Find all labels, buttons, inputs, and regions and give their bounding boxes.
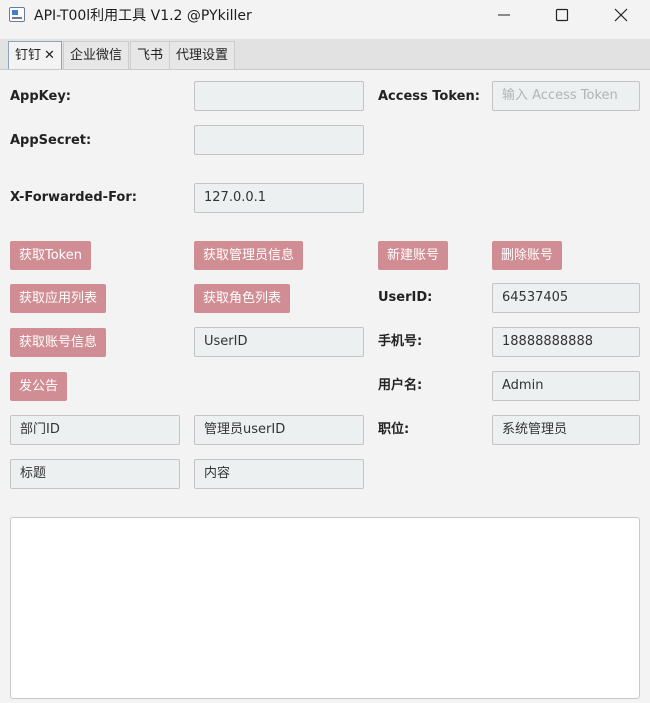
tab-bar: 钉钉 ✕ 企业微信 飞书 代理设置: [0, 39, 650, 70]
access-token-input[interactable]: 输入 Access Token: [492, 81, 640, 111]
position-label: 职位:: [378, 422, 410, 437]
username-input[interactable]: Admin: [492, 371, 640, 401]
tab-label: 代理设置: [176, 48, 229, 63]
get-app-list-button[interactable]: 获取应用列表: [10, 284, 107, 313]
dept-id-input[interactable]: 部门ID: [10, 415, 180, 445]
tab-dingtalk[interactable]: 钉钉 ✕: [8, 41, 62, 69]
admin-userid-input[interactable]: 管理员userID: [194, 415, 364, 445]
get-account-info-button[interactable]: 获取账号信息: [10, 328, 107, 357]
get-admin-info-button[interactable]: 获取管理员信息: [194, 241, 304, 270]
phone-input[interactable]: 18888888888: [492, 327, 640, 357]
maximize-button[interactable]: [533, 0, 591, 30]
announcement-content-input[interactable]: 内容: [194, 459, 364, 489]
tab-wecom[interactable]: 企业微信: [63, 41, 130, 69]
minimize-button[interactable]: [475, 0, 533, 30]
tab-label: 钉钉: [15, 48, 42, 63]
new-account-button[interactable]: 新建账号: [378, 241, 449, 270]
appkey-input[interactable]: [194, 81, 364, 111]
xff-input[interactable]: 127.0.0.1: [194, 183, 364, 213]
tab-feishu[interactable]: 飞书: [130, 41, 171, 69]
access-token-label: Access Token:: [378, 89, 480, 104]
app-window-icon: [9, 7, 25, 22]
userid-input[interactable]: 64537405: [492, 283, 640, 313]
announcement-title-input[interactable]: 标题: [10, 459, 180, 489]
position-input[interactable]: 系统管理员: [492, 415, 640, 445]
tab-label: 企业微信: [70, 48, 123, 63]
phone-label: 手机号:: [378, 334, 423, 349]
post-announcement-button[interactable]: 发公告: [10, 372, 68, 401]
username-label: 用户名:: [378, 378, 423, 393]
delete-account-button[interactable]: 删除账号: [492, 241, 563, 270]
tab-label: 飞书: [137, 48, 164, 63]
title-bar: API-T00l利用工具 V1.2 @PYkiller: [0, 0, 650, 30]
get-role-list-button[interactable]: 获取角色列表: [194, 284, 291, 313]
close-window-button[interactable]: [592, 0, 650, 30]
userid-query-input[interactable]: UserID: [194, 327, 364, 357]
userid-label: UserID:: [378, 290, 433, 305]
appsecret-label: AppSecret:: [10, 133, 92, 148]
appsecret-input[interactable]: [194, 125, 364, 155]
appkey-label: AppKey:: [10, 89, 72, 104]
output-textarea[interactable]: [10, 517, 640, 699]
maximize-icon: [555, 8, 569, 22]
close-icon: [614, 8, 628, 22]
window-title: API-T00l利用工具 V1.2 @PYkiller: [34, 8, 252, 24]
tab-proxy-settings[interactable]: 代理设置: [169, 41, 236, 69]
get-token-button[interactable]: 获取Token: [10, 241, 91, 270]
minimize-icon: [498, 14, 510, 16]
xff-label: X-Forwarded-For:: [10, 190, 137, 205]
tab-close-icon[interactable]: ✕: [44, 48, 55, 63]
